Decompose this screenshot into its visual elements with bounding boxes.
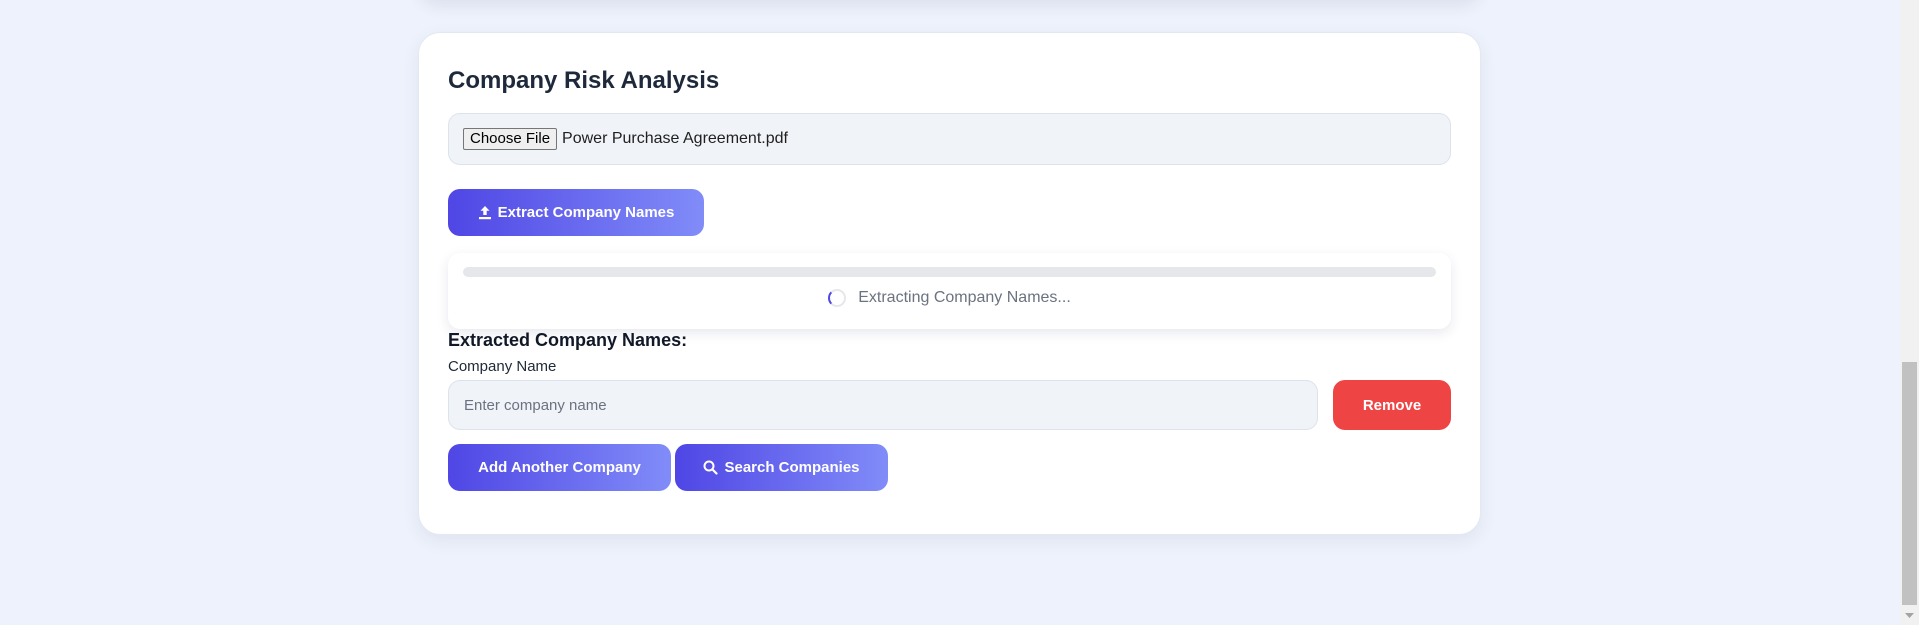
remove-button[interactable]: Remove [1333,380,1451,430]
status-text: Extracting Company Names... [858,289,1071,306]
add-button-label: Add Another Company [478,459,641,476]
extracted-companies-title: Extracted Company Names: [448,330,688,350]
company-risk-analysis-card: Company Risk Analysis Choose File Power … [418,32,1481,535]
scroll-down-arrow-icon[interactable] [1900,606,1919,625]
choose-file-button[interactable]: Choose File [463,128,558,150]
company-name-label: Company Name [448,358,557,375]
file-upload-field: Choose File Power Purchase Agreement.pdf [448,113,1451,165]
spinner-icon [828,289,847,307]
upload-icon [478,205,492,220]
selected-file-name: Power Purchase Agreement.pdf [562,130,788,147]
extract-company-names-button[interactable]: Extract Company Names [448,189,704,236]
progress-panel: Extracting Company Names... [448,253,1451,329]
page: Company Risk Analysis Choose File Power … [0,0,1919,625]
scrollbar-thumb[interactable] [1902,362,1917,605]
add-another-company-button[interactable]: Add Another Company [448,444,671,491]
search-button-label: Search Companies [724,459,860,476]
vertical-scrollbar[interactable] [1900,0,1919,625]
status-row: Extracting Company Names... [448,289,1451,307]
company-name-input[interactable] [448,380,1318,430]
search-icon [703,460,719,475]
search-companies-button[interactable]: Search Companies [675,444,888,491]
extract-button-label: Extract Company Names [497,204,675,221]
card-title: Company Risk Analysis [448,67,720,94]
progress-bar [463,267,1436,277]
